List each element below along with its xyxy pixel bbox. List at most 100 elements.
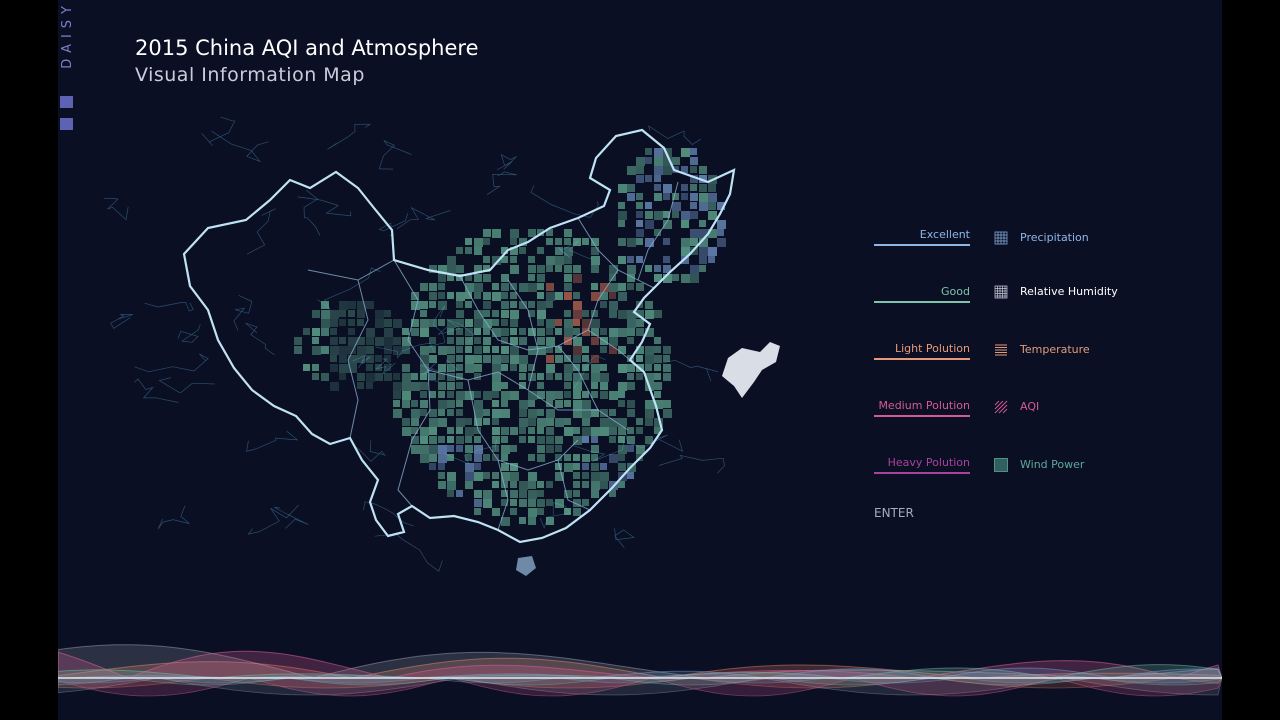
aqi-tile — [564, 247, 573, 256]
aqi-tile — [402, 337, 411, 346]
aqi-tile — [690, 166, 697, 173]
aqi-tile — [429, 346, 436, 353]
aqi-tile — [627, 256, 634, 263]
aqi-tile — [573, 355, 581, 363]
china-aqi-map[interactable] — [58, 110, 798, 590]
aqi-tile — [420, 382, 428, 390]
legend-indicator-humidity[interactable]: Relative Humidity — [994, 285, 1154, 305]
aqi-tile — [546, 319, 555, 328]
aqi-tile — [573, 292, 580, 299]
legend-indicator-temperature[interactable]: Temperature — [994, 343, 1154, 363]
aqi-tile — [672, 211, 679, 218]
aqi-tile — [447, 472, 456, 481]
aqi-tile — [483, 337, 491, 345]
legend-indicator-precipitation[interactable]: Precipitation — [994, 231, 1154, 251]
aqi-tile — [591, 481, 600, 490]
aqi-tile — [438, 481, 446, 489]
aqi-tile — [699, 265, 706, 272]
aqi-tile — [618, 220, 625, 227]
aqi-tile — [573, 265, 581, 273]
legend-level-excellent[interactable]: Excellent — [874, 228, 970, 248]
aqi-tile — [537, 499, 545, 507]
aqi-tile — [654, 382, 662, 390]
aqi-tile — [618, 463, 626, 471]
aqi-tile — [546, 427, 554, 435]
aqi-tile — [438, 436, 445, 443]
aqi-tile — [654, 265, 661, 272]
aqi-tile — [447, 256, 456, 265]
aqi-tile — [474, 247, 482, 255]
aqi-tile — [519, 490, 527, 498]
aqi-tile — [528, 346, 537, 355]
legend-indicator-aqi[interactable]: AQI — [994, 400, 1154, 420]
aqi-tile — [564, 391, 571, 398]
aqi-tile — [555, 391, 563, 399]
aqi-tile — [537, 328, 545, 336]
aqi-tile — [492, 445, 499, 452]
aqi-tile — [465, 454, 472, 461]
aqi-tile — [474, 355, 482, 363]
legend-level-good[interactable]: Good — [874, 285, 970, 305]
aqi-tile — [420, 436, 428, 444]
aqi-tile — [456, 265, 464, 273]
aqi-tile — [465, 355, 474, 364]
aqi-tile — [411, 328, 419, 336]
aqi-tile — [429, 319, 437, 327]
legend-level-medium[interactable]: Medium Polution — [874, 399, 970, 419]
legend-level-heavy[interactable]: Heavy Polution — [874, 456, 970, 476]
aqi-tile — [447, 328, 454, 335]
aqi-tile — [663, 238, 670, 245]
aqi-tile — [600, 301, 607, 308]
aqi-tiles — [294, 148, 726, 526]
aqi-tile — [357, 382, 364, 389]
aqi-tile — [510, 346, 519, 355]
aqi-tile — [483, 355, 491, 363]
aqi-tile — [582, 355, 589, 362]
aqi-tile — [501, 445, 510, 454]
aqi-tile — [699, 166, 707, 174]
aqi-tile — [654, 346, 661, 353]
brand-square-icon — [60, 96, 73, 108]
aqi-tile — [636, 445, 645, 454]
aqi-tile — [321, 319, 330, 328]
aqi-tile — [366, 328, 375, 337]
aqi-tile — [636, 319, 644, 327]
aqi-tile — [312, 328, 320, 336]
aqi-tile — [339, 337, 346, 344]
aqi-tile — [591, 337, 599, 345]
aqi-tile — [456, 445, 463, 452]
aqi-tile — [519, 283, 528, 292]
aqi-tile — [393, 391, 401, 399]
aqi-tile — [339, 319, 346, 326]
aqi-tile — [510, 472, 519, 481]
aqi-tile — [699, 256, 707, 264]
aqi-tile — [474, 274, 482, 282]
aqi-tile — [618, 328, 627, 337]
aqi-tile — [564, 328, 573, 337]
aqi-tile — [636, 373, 643, 380]
aqi-tile — [717, 238, 726, 247]
aqi-tile — [366, 337, 374, 345]
river-line — [496, 153, 517, 171]
legend-indicator-wind[interactable]: Wind Power — [994, 458, 1154, 478]
aqi-tile — [618, 445, 627, 454]
aqi-tile — [501, 427, 509, 435]
legend-level-light[interactable]: Light Polution — [874, 342, 970, 362]
aqi-tile — [393, 409, 402, 418]
aqi-tile — [663, 166, 672, 175]
enter-button[interactable]: ENTER — [874, 506, 914, 520]
aqi-tile — [420, 328, 429, 337]
aqi-tile — [672, 202, 681, 211]
aqi-tile — [582, 481, 589, 488]
aqi-tile — [537, 436, 545, 444]
aqi-tile — [510, 238, 517, 245]
aqi-tile — [492, 292, 501, 301]
aqi-tile — [699, 220, 706, 227]
aqi-tile — [465, 418, 472, 425]
river-line — [134, 353, 209, 373]
river-line — [201, 116, 236, 146]
aqi-tile — [447, 319, 456, 328]
aqi-tile — [357, 337, 365, 345]
aqi-tile — [375, 310, 384, 319]
aqi-tile — [366, 373, 375, 382]
